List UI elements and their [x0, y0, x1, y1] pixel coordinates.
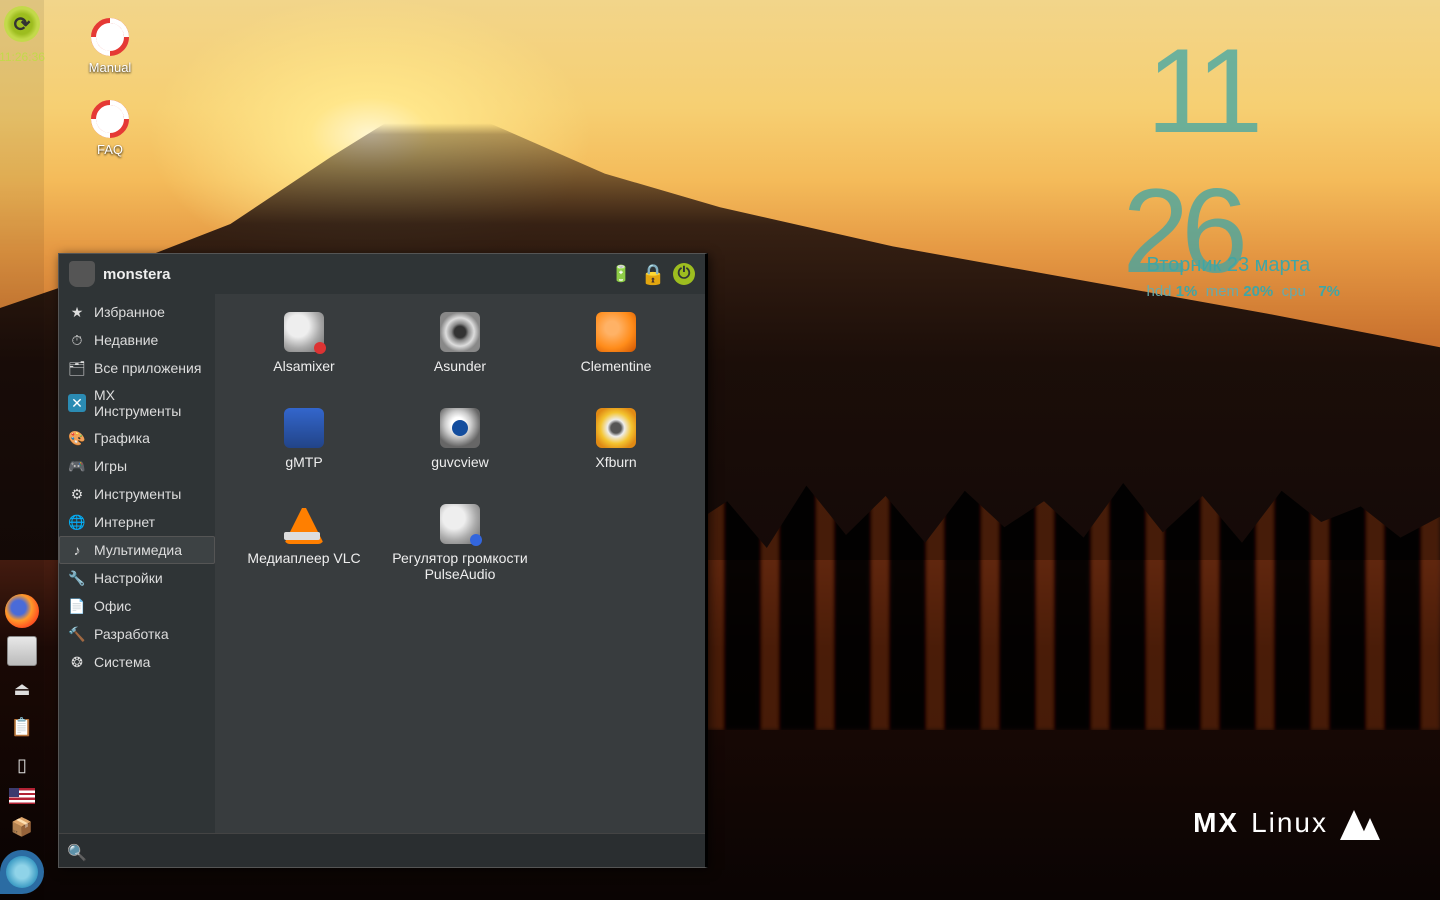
panel-tray: ⏏ 📋 ▯ 📦	[5, 586, 39, 850]
mx-mountain-icon	[1340, 806, 1380, 840]
app-launcher-1[interactable]: Asunder	[385, 308, 535, 398]
category-icon: 🔨	[68, 625, 86, 643]
category-label: Мультимедиа	[94, 542, 182, 558]
menu-category-7[interactable]: 🌐 Интернет	[59, 508, 215, 536]
menu-category-9[interactable]: 🔧 Настройки	[59, 564, 215, 592]
category-label: MX Инструменты	[94, 387, 206, 419]
user-avatar-icon	[69, 261, 95, 287]
category-label: Графика	[94, 430, 150, 446]
category-label: Офис	[94, 598, 131, 614]
app-launcher-2[interactable]: Clementine	[541, 308, 691, 398]
menu-search-bar: 🔍	[59, 833, 705, 867]
menu-category-12[interactable]: ❂ Система	[59, 648, 215, 676]
eject-icon[interactable]: ⏏	[7, 674, 37, 704]
menu-category-3[interactable]: ✕ MX Инструменты	[59, 382, 215, 424]
app-label: Xfburn	[595, 454, 636, 470]
menu-category-6[interactable]: ⚙ Инструменты	[59, 480, 215, 508]
distro-logo-icon[interactable]: ⟳	[4, 6, 40, 42]
app-launcher-7[interactable]: Регулятор громкости PulseAudio	[385, 500, 535, 590]
keyboard-layout-us-icon[interactable]	[9, 788, 35, 804]
conky-widget: 11 26 Вторник 23 марта hdd 1% mem 20% cp…	[1146, 40, 1340, 300]
search-icon: 🔍	[67, 843, 83, 859]
clipboard-icon[interactable]: 📋	[7, 712, 37, 742]
app-label: Asunder	[434, 358, 486, 374]
menu-apps-grid: Alsamixer Asunder Clementine gMTP guvcview Xf…	[215, 294, 705, 833]
category-label: Настройки	[94, 570, 163, 586]
app-label: Clementine	[581, 358, 652, 374]
category-icon: 🔧	[68, 569, 86, 587]
conky-hour: 11	[1146, 24, 1255, 158]
lifesaver-icon	[91, 18, 129, 56]
desktop-icon-label: Manual	[89, 60, 132, 75]
panel-clock[interactable]: 11:26:36	[0, 50, 45, 64]
app-icon	[284, 504, 324, 544]
category-icon: ✕	[68, 394, 86, 412]
app-launcher-6[interactable]: Медиаплеер VLC	[229, 500, 379, 590]
battery-icon[interactable]: ▯	[7, 750, 37, 780]
category-label: Система	[94, 654, 150, 670]
app-launcher-5[interactable]: Xfburn	[541, 404, 691, 494]
category-label: Все приложения	[94, 360, 201, 376]
category-label: Интернет	[94, 514, 155, 530]
category-icon: ⏱	[68, 331, 86, 349]
menu-category-11[interactable]: 🔨 Разработка	[59, 620, 215, 648]
left-panel: ⟳ 11:26:36 ⏏ 📋 ▯ 📦	[0, 0, 44, 900]
app-label: guvcview	[431, 454, 489, 470]
menu-category-8[interactable]: ♪ Мультимедиа	[59, 536, 215, 564]
app-label: Регулятор громкости PulseAudio	[385, 550, 535, 582]
category-label: Разработка	[94, 626, 169, 642]
app-icon	[440, 408, 480, 448]
power-icon[interactable]: ⏻	[673, 263, 695, 285]
app-launcher-3[interactable]: gMTP	[229, 404, 379, 494]
category-label: Избранное	[94, 304, 165, 320]
menu-category-10[interactable]: 📄 Офис	[59, 592, 215, 620]
menu-category-2[interactable]: 🗂 Все приложения	[59, 354, 215, 382]
menu-header: monstera 🔋 🔒 ⏻	[59, 254, 705, 294]
app-launcher-0[interactable]: Alsamixer	[229, 308, 379, 398]
mx-linux-logo: MX Linux	[1193, 806, 1380, 840]
category-icon: 🌐	[68, 513, 86, 531]
application-menu: monstera 🔋 🔒 ⏻ ★ Избранное ⏱ Недавние 🗂 Все п…	[58, 253, 708, 868]
package-icon[interactable]: 📦	[7, 812, 37, 842]
lifesaver-icon	[91, 100, 129, 138]
username-label: monstera	[103, 266, 171, 283]
category-icon: 🗂	[68, 359, 86, 377]
app-icon	[596, 312, 636, 352]
category-icon: ⚙	[68, 485, 86, 503]
app-launcher-4[interactable]: guvcview	[385, 404, 535, 494]
lock-icon[interactable]: 🔒	[641, 262, 665, 286]
desktop-icon-faq[interactable]: FAQ	[70, 100, 150, 157]
conky-minute: 26	[1122, 164, 1239, 298]
category-label: Инструменты	[94, 486, 181, 502]
category-icon: 🎮	[68, 457, 86, 475]
app-label: Alsamixer	[273, 358, 334, 374]
file-manager-icon[interactable]	[7, 636, 37, 666]
category-icon: ★	[68, 303, 86, 321]
category-icon: 🎨	[68, 429, 86, 447]
app-label: Медиаплеер VLC	[247, 550, 360, 566]
app-icon	[284, 408, 324, 448]
category-icon: ❂	[68, 653, 86, 671]
category-icon: 📄	[68, 597, 86, 615]
app-icon	[596, 408, 636, 448]
desktop-icon-label: FAQ	[97, 142, 123, 157]
app-label: gMTP	[285, 454, 322, 470]
battery-status-icon[interactable]: 🔋	[609, 262, 633, 286]
menu-category-1[interactable]: ⏱ Недавние	[59, 326, 215, 354]
menu-categories: ★ Избранное ⏱ Недавние 🗂 Все приложения ✕ MX Ин…	[59, 294, 215, 833]
app-icon	[284, 312, 324, 352]
menu-category-5[interactable]: 🎮 Игры	[59, 452, 215, 480]
category-label: Недавние	[94, 332, 158, 348]
desktop-icon-manual[interactable]: Manual	[70, 18, 150, 75]
menu-search-input[interactable]	[89, 843, 697, 859]
app-icon	[440, 504, 480, 544]
category-icon: ♪	[68, 541, 86, 559]
category-label: Игры	[94, 458, 127, 474]
firefox-icon[interactable]	[5, 594, 39, 628]
menu-category-0[interactable]: ★ Избранное	[59, 298, 215, 326]
app-icon	[440, 312, 480, 352]
menu-category-4[interactable]: 🎨 Графика	[59, 424, 215, 452]
start-menu-button[interactable]	[0, 850, 44, 894]
